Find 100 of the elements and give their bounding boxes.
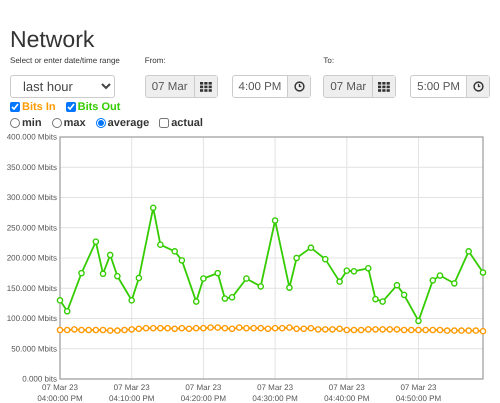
point [465,248,472,255]
mode-label[interactable]: max [64,117,86,129]
point [250,324,257,332]
point [465,327,472,334]
point [286,284,293,291]
point [364,326,372,333]
point [64,326,70,334]
point [142,324,150,332]
mode-checkbox[interactable] [159,118,170,128]
y-tick-label: 150.000 Mbits [6,284,57,293]
point [128,297,135,304]
point [164,324,171,332]
point [114,327,121,334]
point [200,275,207,282]
point [272,217,278,224]
point [157,241,164,248]
point [78,326,85,334]
point [228,294,236,301]
point [415,326,422,334]
x-tick-label: 07 Mar 23 04:40:00 PM [324,383,370,402]
point [178,324,186,332]
x-tick-label: 07 Mar 23 04:10:00 PM [109,383,154,402]
point [71,326,78,333]
y-tick-label: 400.000 Mbits [6,132,57,142]
point [400,326,408,334]
clock-icon[interactable] [466,76,489,97]
y-tick-label: 100.000 Mbits [6,314,57,323]
y-tick-label: 0.000 bits [22,374,57,384]
point [436,272,444,279]
x-tick-label: 07 Mar 23 04:00:00 PM [37,383,83,402]
point [343,326,350,334]
mode-label[interactable]: average [108,117,150,129]
point [379,326,386,333]
point [408,326,415,334]
point [386,326,394,333]
y-tick-label: 50.000 Mbits [11,344,57,354]
point [286,324,293,331]
point [350,268,358,275]
point [192,324,200,332]
point [329,326,336,333]
mode-radio[interactable] [10,118,20,128]
point [480,328,486,335]
point [358,326,364,334]
point [257,283,264,290]
field-label: From: [144,55,166,67]
point [128,326,135,333]
point [92,238,100,245]
point [336,278,343,285]
point [157,324,164,332]
series-checkbox[interactable] [66,102,76,112]
point [214,324,222,331]
point [458,327,465,334]
point [314,326,322,333]
point [350,326,358,334]
point [243,275,250,282]
point [264,325,272,332]
point [364,264,372,272]
point [293,254,300,262]
clock-icon[interactable] [287,76,310,97]
point [372,296,379,302]
point [444,327,450,334]
range-select[interactable]: last hour [10,75,115,98]
point [336,325,343,332]
point [106,327,114,334]
point [222,324,228,332]
page-title: Network [10,25,96,54]
range-label: Select or enter date/time range [10,55,120,67]
x-tick-label: 07 Mar 23 04:20:00 PM [180,383,226,402]
mode-radio[interactable] [52,118,62,128]
point [300,325,308,332]
point [150,204,157,212]
point [106,252,114,258]
time-field[interactable]: 4:00 PM [232,75,312,98]
mode-label[interactable]: min [22,117,42,129]
y-tick-label: 200.000 Mbits [6,254,57,262]
point [214,270,222,276]
point [394,282,400,289]
point [415,318,422,324]
field-label: To: [323,55,334,67]
point [200,324,207,332]
x-tick-label: 07 Mar 23 04:50:00 PM [396,383,442,402]
point [100,270,106,278]
point [243,324,250,332]
point [121,326,128,334]
point [78,270,85,276]
point [56,297,64,304]
x-tick-label: 07 Mar 23 04:30:00 PM [252,383,298,402]
point [451,327,458,334]
mode-label[interactable]: actual [171,117,203,129]
y-tick-label: 300.000 Mbits [6,193,57,202]
point [236,324,243,331]
series-checkbox[interactable] [10,102,20,112]
point [228,325,236,332]
point [56,326,64,334]
point [430,326,436,334]
point [472,327,480,334]
point [257,324,264,332]
point [430,277,436,284]
time-field[interactable]: 5:00 PM [410,75,490,98]
mode-radio[interactable] [96,118,106,128]
